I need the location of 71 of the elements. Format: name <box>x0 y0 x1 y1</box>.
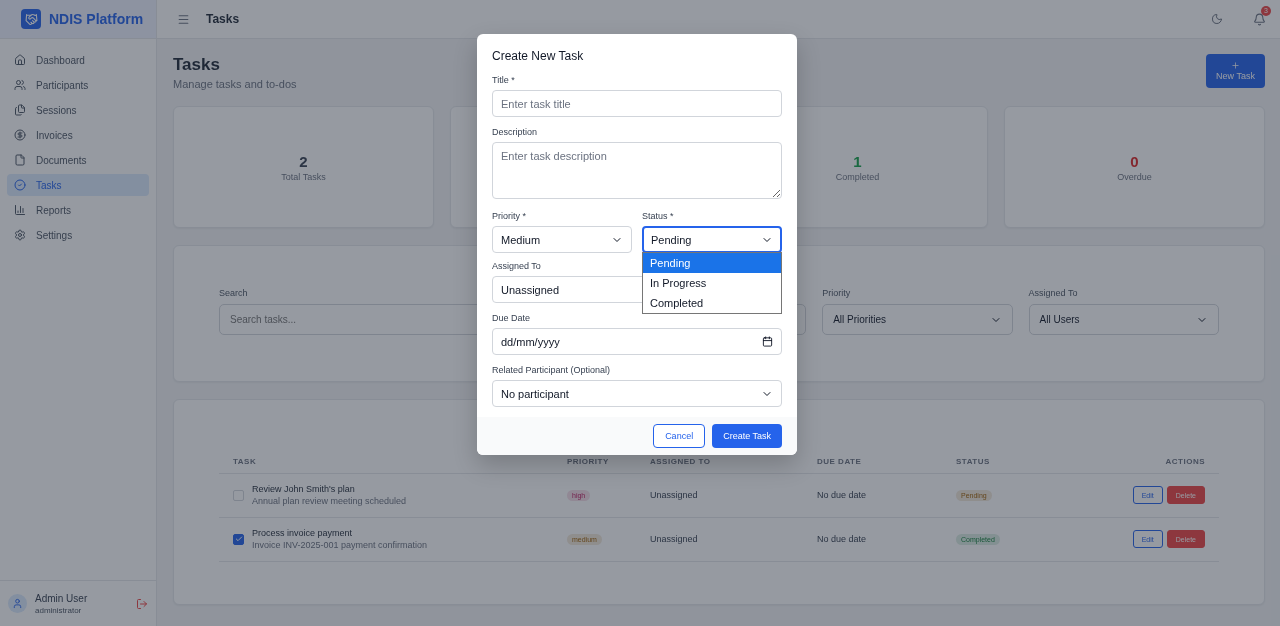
bell-icon[interactable] <box>1253 12 1266 26</box>
sidebar-item[interactable]: Invoices <box>7 124 149 146</box>
bar-chart-icon <box>14 204 26 216</box>
participant-select[interactable]: No participant <box>492 380 782 407</box>
logout-icon[interactable] <box>136 597 148 610</box>
stat-label: Total Tasks <box>281 171 326 182</box>
assignee-cell: Unassigned <box>636 517 803 561</box>
filter-select[interactable]: All Priorities <box>822 304 1013 335</box>
title-field[interactable]: Enter task title <box>492 90 782 117</box>
document-icon <box>14 154 26 166</box>
cancel-button[interactable]: Cancel <box>653 424 706 448</box>
field-label: Priority * <box>492 211 526 221</box>
column-header: ACTIONS <box>1055 451 1219 473</box>
settings-icon <box>14 229 26 241</box>
field-label: Related Participant (Optional) <box>492 365 611 375</box>
filter-select[interactable]: All Users <box>1028 304 1219 335</box>
task-description: Invoice INV-2025-001 payment confirmation <box>252 540 428 550</box>
assignee-cell: Unassigned <box>636 473 803 517</box>
home-icon <box>14 54 26 66</box>
task-description: Annual plan review meeting scheduled <box>252 496 407 506</box>
create-task-button[interactable]: Create Task <box>712 424 782 448</box>
page-subtitle: Manage tasks and to-dos <box>173 78 297 90</box>
user-role: administrator <box>35 605 83 615</box>
stat-label: Overdue <box>1117 171 1152 182</box>
stat-value: 1 <box>853 152 862 170</box>
dollar-icon <box>14 129 26 141</box>
logo-icon <box>21 9 41 29</box>
sidebar-item[interactable]: Dashboard <box>7 49 149 71</box>
menu-icon[interactable] <box>177 12 190 26</box>
sidebar-item[interactable]: Settings <box>7 224 149 246</box>
page-title: Tasks <box>173 55 221 75</box>
new-task-button[interactable]: New Task <box>1206 54 1265 88</box>
sidebar-item[interactable]: Tasks <box>7 174 149 196</box>
field-label: Due Date <box>492 313 531 323</box>
user-avatar-icon <box>8 594 27 613</box>
task-title: Review John Smith's plan <box>252 484 356 494</box>
column-header: DUE DATE <box>803 451 942 473</box>
dialog-title: Create New Task <box>492 49 585 63</box>
filter-label: Priority <box>822 288 851 298</box>
sidebar-item[interactable]: Reports <box>7 199 149 221</box>
sidebar-item[interactable]: Documents <box>7 149 149 171</box>
due-date-field[interactable]: dd/mm/yyyy <box>492 328 782 355</box>
stat-value: 0 <box>1130 152 1139 170</box>
dropdown-option[interactable]: Pending <box>643 253 781 273</box>
due-date-cell: No due date <box>803 517 942 561</box>
description-field[interactable]: Enter task description <box>492 142 782 199</box>
field-label: Assigned To <box>492 261 541 271</box>
files-icon <box>14 104 26 116</box>
stat-label: Completed <box>835 171 880 182</box>
sidebar-item[interactable]: Participants <box>7 74 149 96</box>
priority-select[interactable]: Medium <box>492 226 632 253</box>
users-icon <box>14 79 26 91</box>
app-name: NDIS Platform <box>49 11 144 27</box>
task-checkbox[interactable] <box>233 533 244 545</box>
sidebar-item[interactable]: Sessions <box>7 99 149 121</box>
calendar-icon <box>762 336 773 347</box>
field-label: Status * <box>642 211 674 221</box>
plus-icon <box>1231 61 1240 70</box>
task-title: Process invoice payment <box>252 528 354 538</box>
filter-label: Search <box>219 288 248 298</box>
field-label: Title * <box>492 75 515 85</box>
status-select[interactable]: Pending <box>642 226 782 253</box>
due-date-cell: No due date <box>803 473 942 517</box>
stat-value: 2 <box>299 152 308 170</box>
check-circle-icon <box>14 179 26 191</box>
header-title: Tasks <box>206 12 241 26</box>
field-label: Description <box>492 127 538 137</box>
column-header: STATUS <box>942 451 1055 473</box>
filter-label: Assigned To <box>1028 288 1078 298</box>
user-name: Admin User <box>35 592 89 604</box>
moon-icon[interactable] <box>1211 13 1223 25</box>
